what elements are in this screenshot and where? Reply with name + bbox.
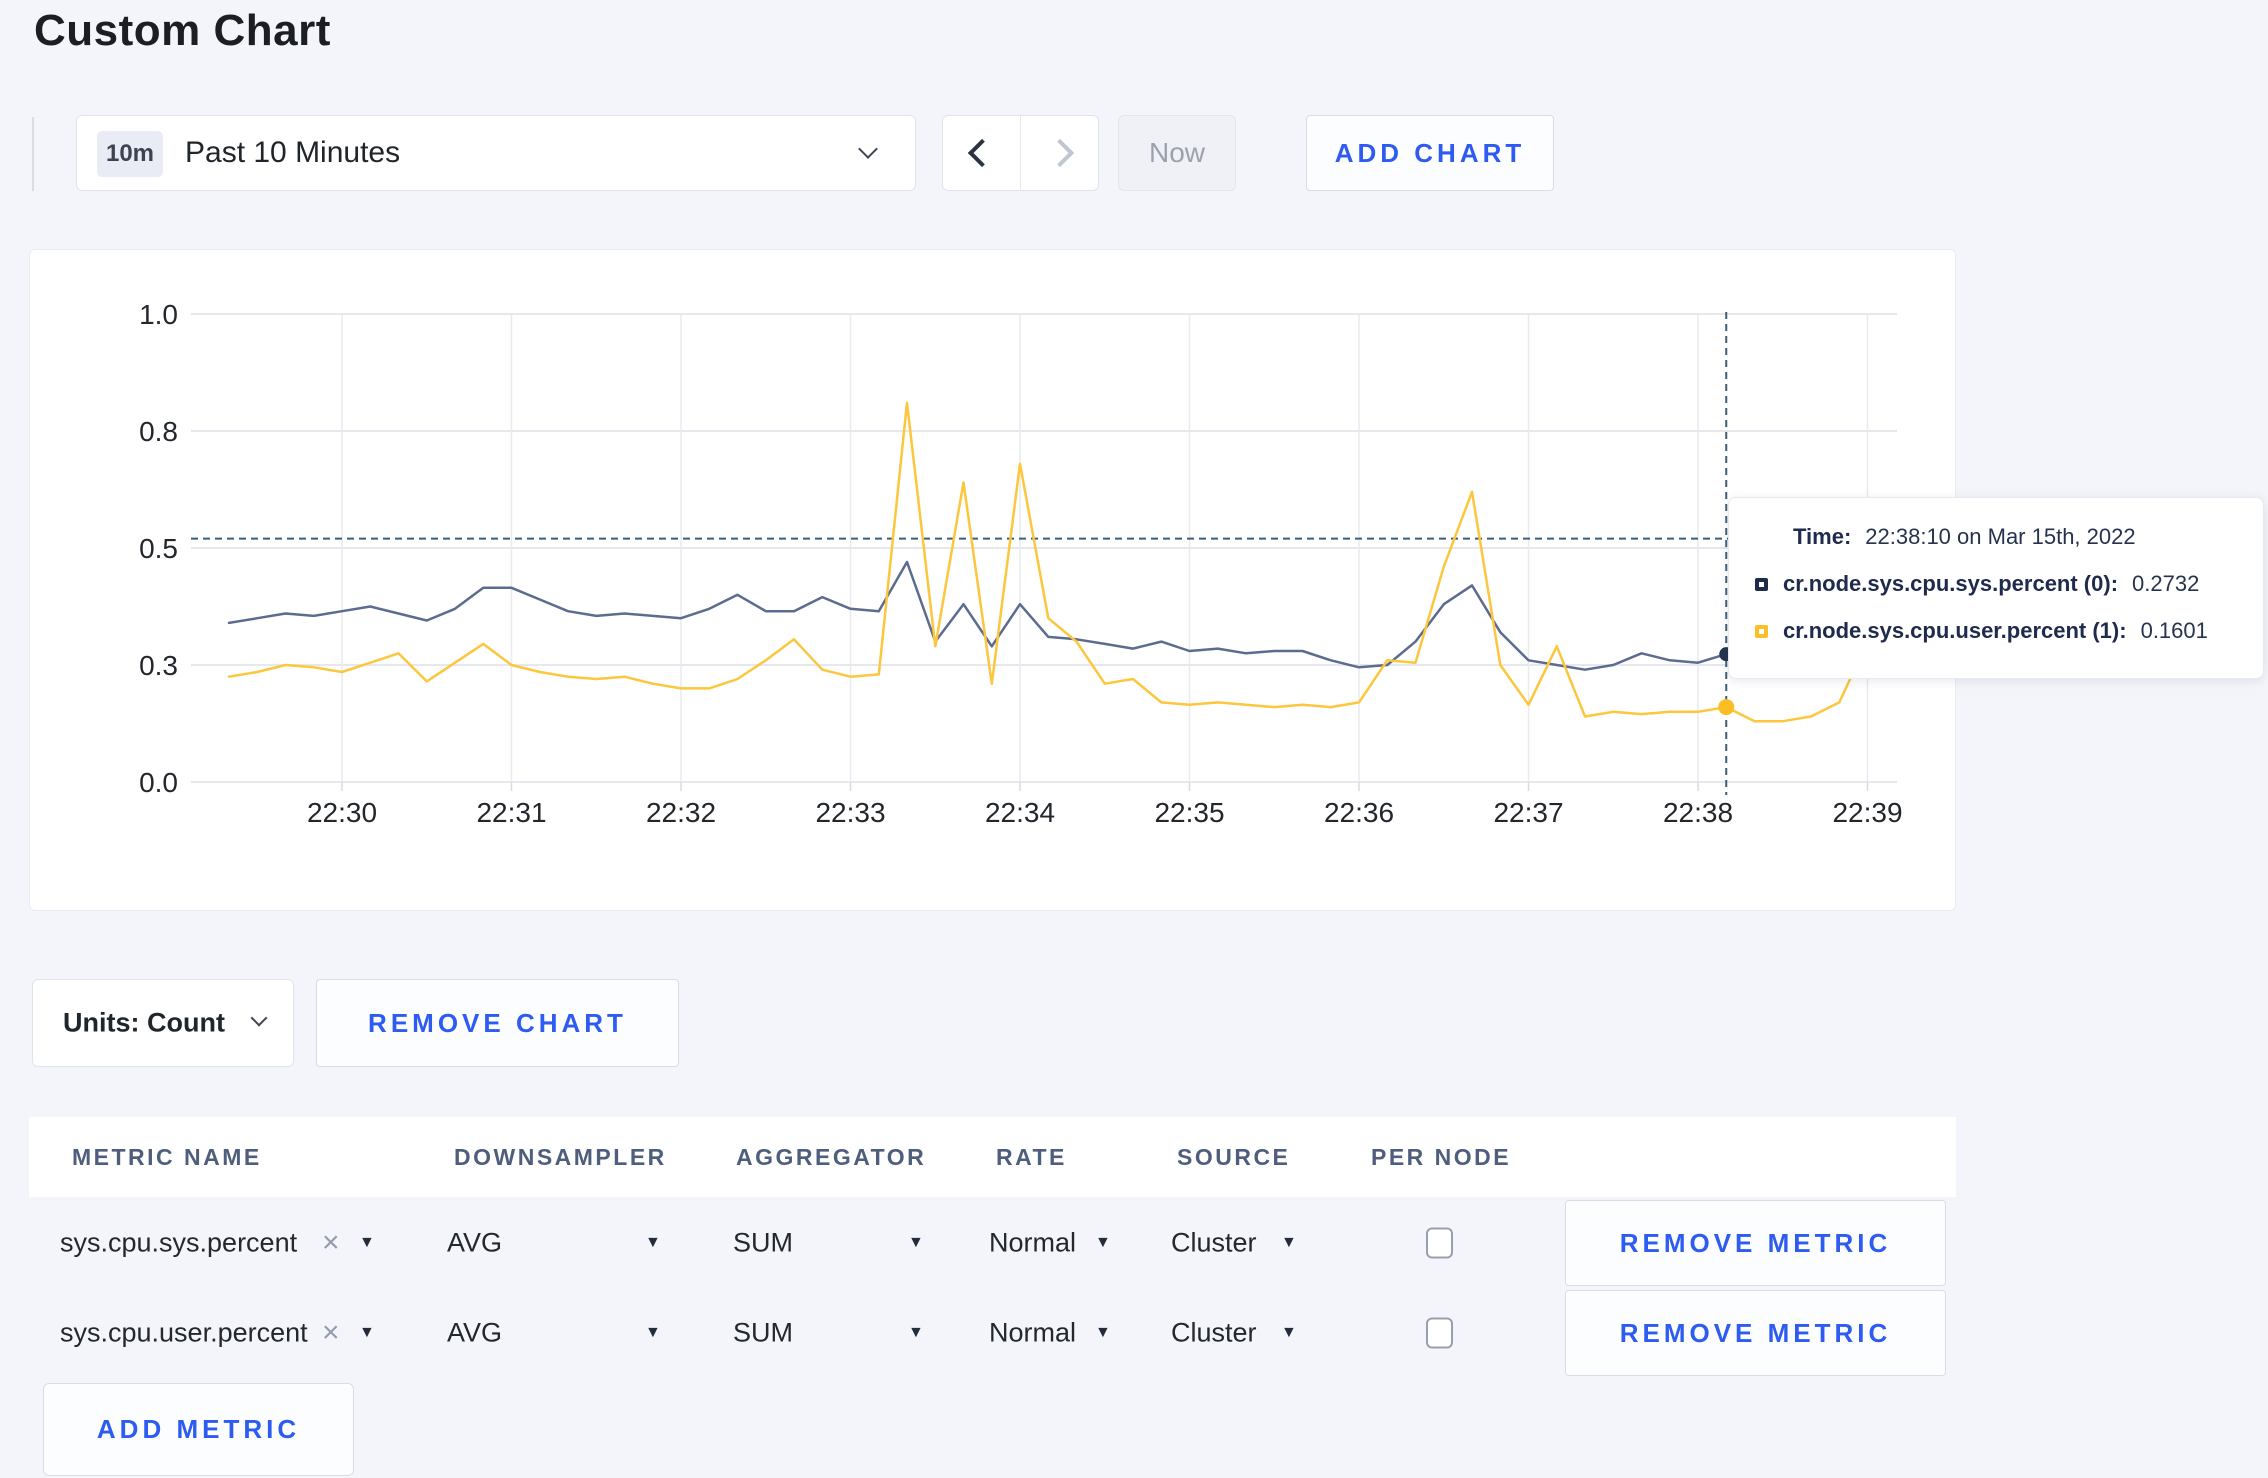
remove-metric-button[interactable]: REMOVE METRIC [1565, 1200, 1946, 1286]
now-button[interactable]: Now [1118, 115, 1236, 191]
caret-down-icon[interactable]: ▼ [1095, 1324, 1111, 1342]
col-header-per-node: PER NODE [1371, 1144, 1512, 1170]
col-header-rate: RATE [996, 1144, 1067, 1170]
units-dropdown[interactable]: Units: Count [32, 979, 294, 1067]
rate-select[interactable]: Normal [989, 1228, 1076, 1259]
tooltip-series-label: cr.node.sys.cpu.sys.percent (0): [1783, 571, 2119, 596]
chevron-down-icon [858, 139, 878, 159]
next-range-button[interactable] [1020, 116, 1098, 190]
y-axis-label: 0.5 [139, 533, 178, 564]
series-user-swatch-icon [1755, 624, 1768, 638]
x-axis-label: 22:35 [1154, 797, 1224, 828]
col-header-source: SOURCE [1177, 1144, 1291, 1170]
time-range-arrows [942, 115, 1099, 191]
caret-down-icon[interactable]: ▼ [908, 1324, 924, 1342]
toolbar-divider [32, 117, 34, 191]
series-line [227, 560, 1898, 671]
y-axis-label: 0.8 [139, 416, 178, 447]
time-window-label: Past 10 Minutes [185, 136, 401, 169]
metric-row: sys.cpu.sys.percent × ▼ AVG ▼ SUM ▼ Norm… [29, 1198, 1956, 1288]
metric-row: sys.cpu.user.percent × ▼ AVG ▼ SUM ▼ Nor… [29, 1288, 1956, 1378]
x-axis-label: 22:30 [307, 797, 377, 828]
x-axis-label: 22:34 [985, 797, 1055, 828]
tooltip-series-value: 0.2732 [2132, 571, 2200, 596]
col-header-metric-name: METRIC NAME [72, 1144, 262, 1170]
clear-metric-icon[interactable]: × [322, 1316, 340, 1350]
caret-down-icon[interactable]: ▼ [908, 1234, 924, 1252]
tooltip-time-label: Time: [1793, 524, 1852, 549]
caret-down-icon[interactable]: ▼ [1095, 1234, 1111, 1252]
hover-point-user [1718, 699, 1735, 716]
clear-metric-icon[interactable]: × [322, 1226, 340, 1260]
tooltip-time-value: 22:38:10 on Mar 15th, 2022 [1865, 524, 2136, 549]
y-axis-label: 0.0 [139, 767, 178, 798]
x-axis-label: 22:38 [1663, 797, 1733, 828]
time-window-badge: 10m [97, 131, 163, 177]
caret-down-icon[interactable]: ▼ [1281, 1234, 1297, 1252]
caret-down-icon[interactable]: ▼ [645, 1234, 661, 1252]
chart-canvas[interactable]: 0.0 0.3 0.5 0.8 1.0 22:30 22:31 22:32 22:33 22:34… [30, 250, 1957, 912]
time-range-dropdown[interactable]: 10m Past 10 Minutes [76, 115, 916, 191]
downsampler-select[interactable]: AVG [447, 1228, 502, 1259]
add-chart-button[interactable]: ADD CHART [1306, 115, 1554, 191]
remove-metric-button[interactable]: REMOVE METRIC [1565, 1290, 1946, 1376]
chevron-right-icon [1045, 138, 1074, 168]
aggregator-select[interactable]: SUM [733, 1228, 793, 1259]
metrics-table-header: METRIC NAME DOWNSAMPLER AGGREGATOR RATE … [29, 1117, 1956, 1197]
col-header-downsampler: DOWNSAMPLER [454, 1144, 667, 1170]
series-line [227, 401, 1898, 723]
per-node-checkbox[interactable] [1426, 1227, 1453, 1259]
x-axis-label: 22:37 [1493, 797, 1563, 828]
per-node-checkbox[interactable] [1426, 1317, 1453, 1349]
units-label: Units: Count [63, 1007, 225, 1038]
caret-down-icon[interactable]: ▼ [645, 1324, 661, 1342]
remove-chart-button[interactable]: REMOVE CHART [316, 979, 679, 1067]
x-axis-label: 22:36 [1324, 797, 1394, 828]
prev-range-button[interactable] [943, 116, 1020, 190]
chevron-down-icon [250, 1009, 268, 1027]
page-title: Custom Chart [34, 6, 331, 55]
col-header-aggregator: AGGREGATOR [736, 1144, 927, 1170]
x-axis-label: 22:39 [1832, 797, 1902, 828]
source-select[interactable]: Cluster [1171, 1228, 1257, 1259]
chevron-left-icon [967, 138, 996, 168]
aggregator-select[interactable]: SUM [733, 1318, 793, 1349]
add-metric-button[interactable]: ADD METRIC [43, 1383, 354, 1476]
downsampler-select[interactable]: AVG [447, 1318, 502, 1349]
tooltip-series-value: 0.1601 [2140, 618, 2208, 643]
chart-panel: 0.0 0.3 0.5 0.8 1.0 22:30 22:31 22:32 22:33 22:34… [29, 249, 1956, 911]
chart-tooltip: Time: 22:38:10 on Mar 15th, 2022 cr.node… [1728, 497, 2264, 679]
y-axis-label: 1.0 [139, 299, 178, 330]
custom-chart-page: Custom Chart 10m Past 10 Minutes Now ADD… [0, 0, 2268, 1478]
tooltip-series-label: cr.node.sys.cpu.user.percent (1): [1783, 618, 2127, 643]
caret-down-icon[interactable]: ▼ [1281, 1324, 1297, 1342]
caret-down-icon[interactable]: ▼ [359, 1234, 375, 1252]
x-axis-label: 22:32 [646, 797, 716, 828]
source-select[interactable]: Cluster [1171, 1318, 1257, 1349]
y-axis-label: 0.3 [139, 650, 178, 681]
metric-name-select[interactable]: sys.cpu.user.percent [60, 1318, 308, 1349]
rate-select[interactable]: Normal [989, 1318, 1076, 1349]
series-sys-swatch-icon [1755, 577, 1768, 591]
x-axis-label: 22:33 [815, 797, 885, 828]
x-axis-label: 22:31 [476, 797, 546, 828]
metric-name-select[interactable]: sys.cpu.sys.percent [60, 1228, 297, 1259]
caret-down-icon[interactable]: ▼ [359, 1324, 375, 1342]
